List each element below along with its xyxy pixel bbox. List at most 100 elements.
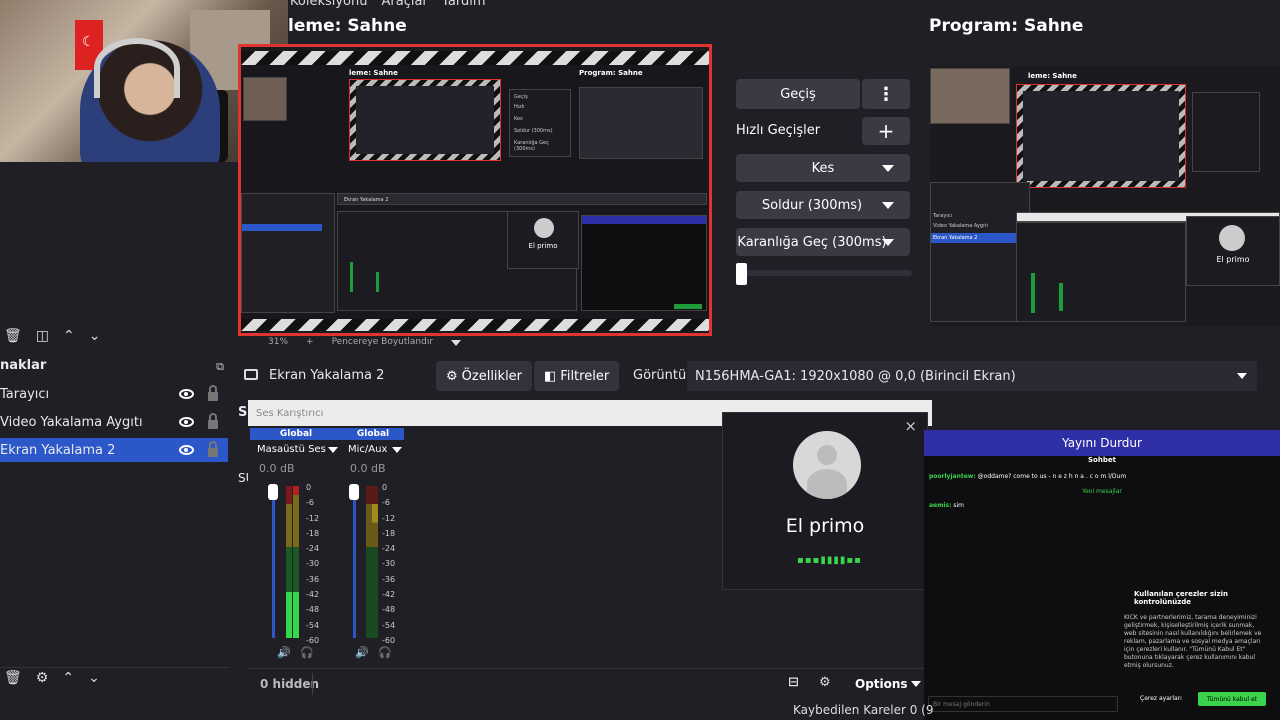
chat-input[interactable]: Bir mesaj gönderin — [928, 696, 1118, 712]
cut-transition-dropdown[interactable]: Kes — [736, 154, 910, 182]
layout-icon[interactable]: ⊟ — [788, 675, 799, 690]
cookie-accept-button[interactable]: Tümünü kabul et — [1198, 692, 1266, 706]
preview-stripe-bottom — [241, 317, 709, 331]
move-down-icon[interactable]: ⌄ — [88, 670, 100, 686]
add-quick-transition-icon[interactable]: + — [862, 117, 910, 145]
fade-transition-dropdown[interactable]: Soldur (300ms) — [736, 191, 910, 219]
menu-bar: Koleksiyonu Araçlar Yardım — [290, 0, 486, 9]
cookie-settings-button[interactable]: Çerez ayarları — [1140, 695, 1182, 702]
chat-text: sim — [953, 502, 964, 509]
chevron-down-icon[interactable] — [328, 447, 338, 453]
source-label: Ekran Yakalama 2 — [0, 442, 116, 458]
channel-db: 0.0 dB — [350, 462, 386, 475]
lock-icon[interactable] — [208, 440, 218, 457]
volume-track[interactable] — [272, 486, 275, 638]
source-item-screen-capture[interactable]: Ekran Yakalama 2 — [0, 438, 228, 462]
preview-canvas[interactable]: leme: Sahne Program: Sahne Geçiş Hızlı K… — [238, 44, 712, 336]
more-options-icon[interactable]: ⋮ — [862, 79, 910, 109]
volume-handle[interactable] — [349, 484, 359, 500]
source-item-video-capture[interactable]: Video Yakalama Aygıtı — [0, 410, 228, 434]
properties-bar: Ekran Yakalama 2 ⚙ Özellikler ◧ Filtrele… — [236, 361, 1257, 391]
gear-icon[interactable]: ⚙ — [36, 670, 49, 686]
fade-black-label: Karanlığa Geç (300ms) — [737, 234, 887, 250]
preview-inner-preview — [349, 79, 501, 161]
filters-label: Filtreler — [560, 368, 610, 384]
properties-label: Özellikler — [461, 368, 523, 384]
advanced-settings-icon[interactable]: ⚙ — [819, 675, 831, 690]
display-value: N156HMA-GA1: 1920x1080 @ 0,0 (Birincil E… — [695, 368, 1016, 384]
tbar-track[interactable] — [736, 270, 912, 276]
options-button[interactable]: Options — [855, 677, 908, 691]
eye-icon[interactable] — [179, 417, 194, 427]
properties-button[interactable]: ⚙ Özellikler — [436, 361, 533, 391]
chevron-down-icon[interactable] — [392, 447, 402, 453]
volume-track[interactable] — [353, 486, 356, 638]
lock-icon[interactable] — [208, 384, 218, 401]
trash-icon[interactable]: 🗑 — [4, 670, 22, 686]
menu-item-tools[interactable]: Araçlar — [381, 0, 427, 9]
source-item-browser[interactable]: Tarayıcı — [0, 382, 228, 406]
hidden-count[interactable]: 0 hidden — [260, 677, 319, 691]
speaker-icon[interactable]: 🔊 — [277, 646, 291, 659]
level-meter — [372, 486, 378, 638]
chat-username[interactable]: aemis: — [929, 502, 951, 509]
zoom-bar: 31% + Pencereye Boyutlandır — [268, 337, 462, 347]
headphones-icon[interactable]: 🎧 — [378, 646, 392, 659]
sources-panel: 🗑 ◫ ⌃ ⌄ naklar ⧉ Tarayıcı Video Yakalama… — [0, 322, 230, 694]
dock-undock-icon[interactable]: ⧉ — [216, 360, 224, 374]
fade-black-transition-dropdown[interactable]: Karanlığa Geç (300ms) — [736, 228, 910, 256]
channel-tag: Global — [250, 428, 342, 440]
lock-icon[interactable] — [208, 412, 218, 429]
program-inner-preview — [1016, 84, 1186, 188]
program-inner-mixer — [1016, 222, 1186, 322]
filter-icon[interactable]: ◫ — [36, 328, 49, 344]
preview-inner-buttons: Geçiş Hızlı Kes Soldur (300ms) Karanlığa… — [509, 89, 571, 157]
chevron-down-icon[interactable] — [911, 681, 921, 687]
chat-message: poorlyjantew: @oddame? come to us - n e … — [929, 473, 1126, 480]
tbar-handle[interactable] — [736, 263, 747, 285]
display-select[interactable]: N156HMA-GA1: 1920x1080 @ 0,0 (Birincil E… — [687, 361, 1257, 391]
dropped-frames-status: Kaybedilen Kareler 0 (9 — [793, 703, 934, 717]
chat-panel: Yayını Durdur Sohbet poorlyjantew: @odda… — [924, 430, 1280, 720]
eye-icon[interactable] — [179, 389, 194, 399]
menu-item-help[interactable]: Yardım — [442, 0, 486, 9]
zoom-fit-label[interactable]: Pencereye Boyutlandır — [332, 337, 433, 347]
zoom-plus-icon[interactable]: + — [306, 337, 314, 347]
preview-inner-call: El primo — [507, 211, 579, 269]
menu-item-collection[interactable]: Koleksiyonu — [290, 0, 367, 9]
chat-username[interactable]: poorlyjantew: — [929, 473, 976, 480]
channel-name[interactable]: Mic/Aux — [348, 444, 387, 455]
quick-transitions-label: Hızlı Geçişler — [736, 123, 821, 138]
cut-label: Kes — [811, 160, 835, 176]
move-up-icon[interactable]: ⌃ — [62, 670, 74, 686]
channel-name[interactable]: Masaüstü Ses — [257, 444, 326, 455]
channel-db: 0.0 dB — [259, 462, 295, 475]
speaker-icon[interactable]: 🔊 — [355, 646, 369, 659]
trash-icon[interactable]: 🗑 — [4, 328, 22, 344]
program-inner-webcam — [930, 68, 1010, 124]
source-label: Video Yakalama Aygıtı — [0, 414, 143, 430]
transition-button[interactable]: Geçiş — [736, 79, 860, 109]
sources-bottom-toolbar: 🗑 ⚙ ⌃ ⌄ — [4, 670, 100, 686]
volume-handle[interactable] — [268, 484, 278, 500]
program-canvas: leme: Sahne Tarayıcı Video Yakalama Aygı… — [930, 66, 1280, 326]
channel-tag: Global — [342, 428, 404, 440]
preview-inner-propbar: Ekran Yakalama 2 — [337, 193, 707, 205]
chevron-down-icon — [1237, 373, 1247, 379]
filters-button[interactable]: ◧ Filtreler — [534, 361, 620, 391]
mixer-footer: 0 hidden ⊟ ⚙ Options — [248, 668, 932, 698]
headphones-icon[interactable]: 🎧 — [300, 646, 314, 659]
avatar — [793, 431, 861, 499]
dropdown-arrow-icon — [882, 202, 894, 209]
filter-icon: ◧ — [544, 368, 557, 384]
move-down-icon[interactable]: ⌄ — [89, 328, 101, 344]
db-scale: 0 -6 -12 -18 -24 -30 -36 -42 -48 -54 -60 — [306, 483, 320, 645]
stop-stream-button[interactable]: Yayını Durdur — [924, 430, 1280, 456]
close-icon[interactable]: × — [904, 417, 917, 435]
eye-icon[interactable] — [179, 445, 194, 455]
move-up-icon[interactable]: ⌃ — [63, 328, 75, 344]
zoom-chevron-down-icon[interactable] — [451, 340, 462, 346]
preview-inner-sources — [241, 193, 335, 313]
chat-header: Sohbet — [1088, 456, 1116, 464]
sources-header: naklar — [0, 358, 47, 373]
